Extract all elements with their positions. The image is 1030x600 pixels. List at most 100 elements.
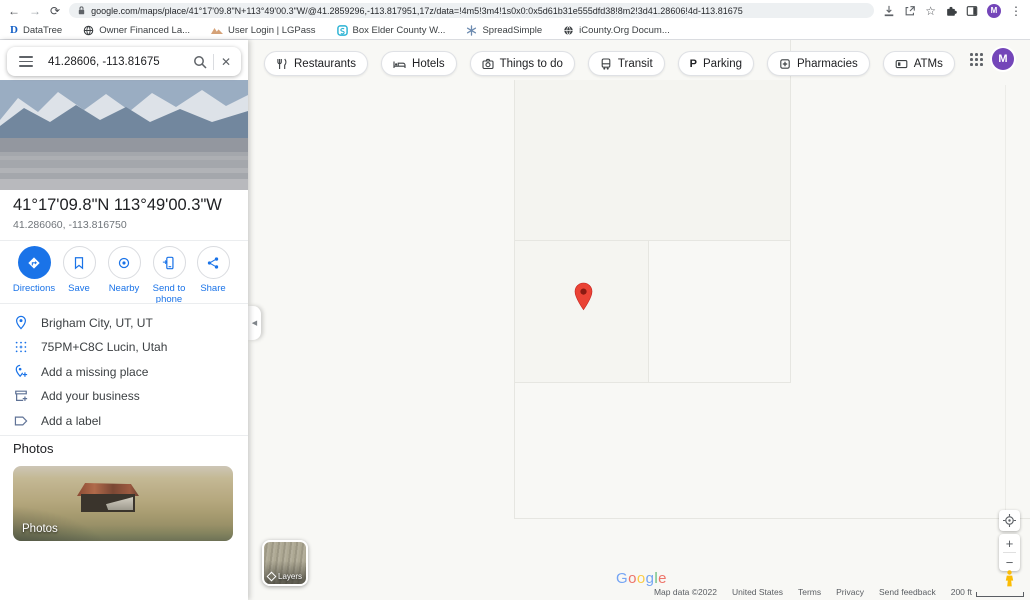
google-apps-grid-icon[interactable]: [970, 53, 983, 66]
pharmacies-icon: [779, 58, 791, 70]
bookmark-icounty[interactable]: iCounty.Org Docum...: [563, 25, 670, 36]
place-coordinates: 41.286060, -113.816750: [13, 219, 127, 231]
feedback-link[interactable]: Send feedback: [879, 587, 936, 597]
chip-transit[interactable]: Transit: [588, 51, 665, 76]
close-icon[interactable]: ✕: [221, 56, 231, 68]
transit-icon: [600, 58, 612, 70]
layers-control[interactable]: Layers: [262, 540, 308, 586]
zoom-control: + −: [999, 534, 1020, 571]
chip-hotels[interactable]: Hotels: [381, 51, 457, 76]
plus-code-icon: [13, 340, 29, 354]
chip-pharmacies[interactable]: Pharmacies: [767, 51, 870, 76]
panel-divider: [0, 240, 248, 241]
label-tag-icon: [13, 415, 29, 427]
browser-toolbar: ← → ⟳ google.com/maps/place/41°17'09.8"N…: [0, 0, 1030, 21]
snowflake-favicon: [466, 25, 477, 36]
terms-link[interactable]: Terms: [798, 587, 821, 597]
map-attribution: Map data ©2022 United States Terms Priva…: [654, 587, 1024, 597]
panel-collapse-button[interactable]: ◀: [248, 306, 261, 340]
map-pin-marker[interactable]: [574, 282, 593, 316]
my-location-button[interactable]: [999, 510, 1020, 531]
share-button[interactable]: Share: [190, 246, 236, 294]
chevron-left-icon: ◀: [252, 319, 257, 327]
detail-add-place[interactable]: Add a missing place: [0, 359, 248, 384]
scale-label: 200 ft: [951, 587, 972, 597]
map-boundary-line: [514, 240, 791, 241]
chip-things-to-do[interactable]: Things to do: [470, 51, 575, 76]
bookmark-owner-financed[interactable]: Owner Financed La...: [83, 25, 190, 36]
chip-parking[interactable]: P Parking: [678, 51, 754, 76]
panel-divider: [0, 303, 248, 304]
privacy-link[interactable]: Privacy: [836, 587, 864, 597]
menu-hamburger-icon[interactable]: [19, 56, 33, 67]
forward-icon[interactable]: →: [29, 5, 41, 17]
detail-city[interactable]: Brigham City, UT, UT: [0, 310, 248, 335]
zoom-in-button[interactable]: +: [999, 534, 1020, 552]
my-location-icon: [1003, 514, 1016, 527]
atms-icon: [895, 58, 908, 70]
map-boundary-line: [1005, 85, 1006, 518]
parking-icon: P: [690, 58, 697, 70]
layers-label: Layers: [278, 572, 302, 581]
bookmark-datatree[interactable]: D DataTree: [10, 24, 62, 36]
photos-card-label: Photos: [22, 523, 58, 535]
back-icon[interactable]: ←: [8, 5, 20, 17]
directions-button[interactable]: Directions: [11, 246, 57, 294]
photos-card[interactable]: Photos: [13, 466, 233, 541]
chip-atms[interactable]: ATMs: [883, 51, 955, 76]
lock-icon: [77, 5, 86, 16]
bookmark-star-icon[interactable]: ☆: [925, 5, 936, 17]
send-to-phone-icon: [153, 246, 186, 279]
layers-icon: [267, 572, 277, 582]
map-boundary-line: [648, 240, 649, 382]
browser-profile-avatar[interactable]: M: [987, 4, 1001, 18]
nearby-button[interactable]: Nearby: [101, 246, 147, 294]
url-text: google.com/maps/place/41°17'09.8"N+113°4…: [91, 6, 866, 16]
bookmark-spreadsimple[interactable]: SpreadSimple: [466, 25, 542, 36]
bookmarks-bar: D DataTree Owner Financed La... User Log…: [0, 21, 1030, 39]
search-input[interactable]: [46, 55, 193, 69]
share-icon[interactable]: [904, 5, 916, 17]
scale-bar: [976, 592, 1024, 597]
location-pin-icon: [13, 315, 29, 330]
place-panel: ✕ 41°17'09.8"N 113°49'00.3"W 41.286060, …: [0, 40, 248, 600]
account-avatar[interactable]: M: [992, 48, 1014, 70]
search-box: ✕: [7, 47, 241, 76]
chip-restaurants[interactable]: Restaurants: [264, 51, 368, 76]
address-bar[interactable]: google.com/maps/place/41°17'09.8"N+113°4…: [69, 3, 874, 18]
place-title: 41°17'09.8"N 113°49'00.3"W: [13, 196, 222, 215]
place-header-photo: [0, 80, 248, 190]
restaurants-icon: [276, 58, 288, 70]
sidebar-icon[interactable]: [966, 5, 978, 17]
save-bookmark-icon: [63, 246, 96, 279]
add-place-pin-icon: [13, 364, 29, 379]
save-button[interactable]: Save: [56, 246, 102, 294]
maps-app: Restaurants Hotels Things to do: [0, 40, 1030, 600]
bookmark-box-elder[interactable]: Box Elder County W...: [337, 25, 446, 36]
layers-label-row: Layers: [268, 572, 302, 581]
map-boundary-line: [514, 518, 1030, 519]
map-canvas[interactable]: Restaurants Hotels Things to do: [248, 40, 1030, 600]
place-share-icon: [197, 246, 230, 279]
photos-heading: Photos: [13, 441, 53, 456]
street-view-pegman[interactable]: [1000, 569, 1019, 588]
map-parcel-region: [514, 80, 790, 240]
region-label: United States: [732, 587, 783, 597]
datatree-favicon: D: [10, 24, 18, 36]
browser-window: ← → ⟳ google.com/maps/place/41°17'09.8"N…: [0, 0, 1030, 600]
search-divider: [213, 54, 214, 70]
extensions-icon[interactable]: [945, 5, 957, 17]
bookmark-lgpass[interactable]: User Login | LGPass: [211, 25, 315, 36]
search-icon[interactable]: [193, 55, 207, 69]
globe-favicon: [83, 25, 94, 36]
refresh-icon[interactable]: ⟳: [50, 5, 60, 17]
send-to-phone-button[interactable]: Send to phone: [146, 246, 192, 306]
map-data-credit: Map data ©2022: [654, 587, 717, 597]
google-watermark: Google: [616, 570, 667, 587]
detail-plus-code[interactable]: 75PM+C8C Lucin, Utah: [0, 334, 248, 359]
mountains-favicon: [211, 26, 223, 35]
detail-add-business[interactable]: Add your business: [0, 383, 248, 408]
detail-add-label[interactable]: Add a label: [0, 408, 248, 433]
menu-dots-icon[interactable]: ⋮: [1010, 5, 1022, 17]
install-icon[interactable]: [883, 5, 895, 17]
